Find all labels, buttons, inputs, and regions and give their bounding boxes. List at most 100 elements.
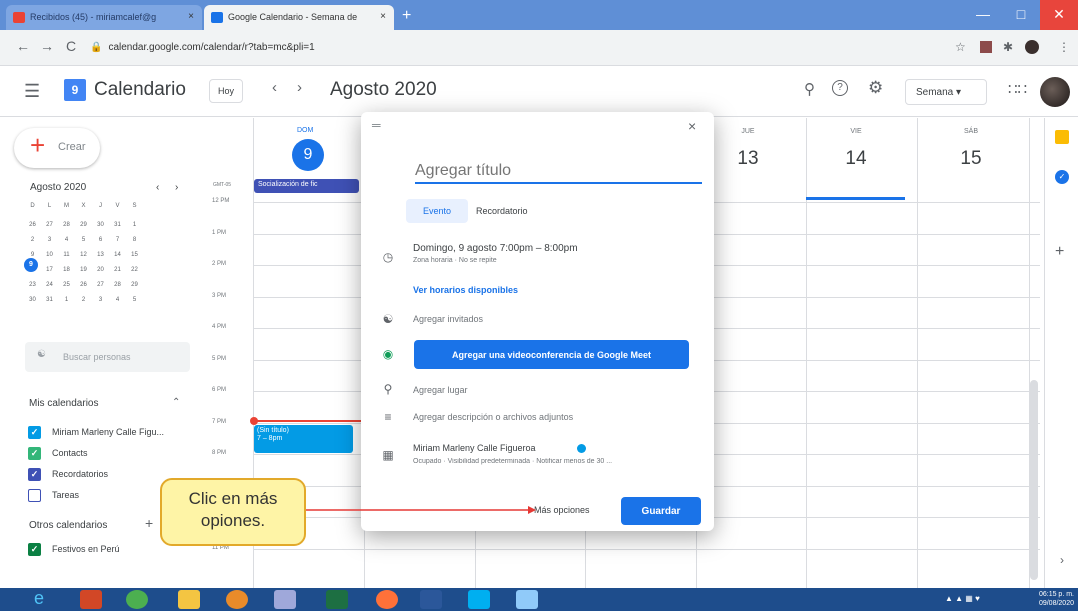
- excel-icon[interactable]: [326, 590, 348, 609]
- tab-event[interactable]: Evento: [406, 199, 468, 223]
- mini-day[interactable]: 20: [92, 265, 109, 276]
- mini-day[interactable]: 30: [92, 220, 109, 231]
- mini-day[interactable]: 31: [41, 295, 58, 306]
- minimize-button[interactable]: —: [964, 0, 1002, 30]
- mini-day[interactable]: 18: [58, 265, 75, 276]
- firefox-icon[interactable]: [376, 590, 398, 609]
- calendar-label[interactable]: Festivos en Perú: [52, 544, 120, 554]
- taskbar-clock[interactable]: 06:15 p. m. 09/08/2020: [1014, 590, 1074, 608]
- extension-icon[interactable]: [980, 41, 992, 53]
- mini-day[interactable]: 11: [58, 250, 75, 261]
- mini-day[interactable]: 13: [92, 250, 109, 261]
- calendar-checkbox[interactable]: ✓: [28, 426, 41, 439]
- timezone-note[interactable]: Zona horaria · No se repite: [413, 257, 497, 264]
- tab-calendar[interactable]: Google Calendario - Semana de ×: [204, 5, 394, 30]
- powerpoint-icon[interactable]: [80, 590, 102, 609]
- mini-day[interactable]: 23: [24, 280, 41, 291]
- maximize-button[interactable]: □: [1002, 0, 1040, 30]
- tab-reminder[interactable]: Recordatorio: [476, 199, 556, 223]
- other-calendars-heading[interactable]: Otros calendarios: [29, 520, 107, 531]
- mini-day[interactable]: 29: [126, 280, 143, 291]
- help-icon[interactable]: ?: [832, 80, 848, 96]
- main-menu-icon[interactable]: ☰: [24, 81, 40, 102]
- mini-day[interactable]: 27: [92, 280, 109, 291]
- explorer-window-icon[interactable]: [516, 590, 538, 609]
- save-button[interactable]: Guardar: [621, 497, 701, 525]
- availability-link[interactable]: Ver horarios disponibles: [413, 285, 518, 295]
- next-period-button[interactable]: ›: [297, 79, 302, 96]
- mini-day[interactable]: 25: [58, 280, 75, 291]
- mini-day[interactable]: 2: [75, 295, 92, 306]
- mini-day[interactable]: 29: [75, 220, 92, 231]
- mini-day[interactable]: 27: [41, 220, 58, 231]
- search-people-input[interactable]: Buscar personas: [25, 342, 190, 372]
- mini-day[interactable]: 14: [109, 250, 126, 261]
- mini-prev-button[interactable]: ‹: [156, 182, 159, 193]
- day-number-fri[interactable]: 14: [836, 148, 876, 170]
- chevron-right-icon[interactable]: ›: [1060, 553, 1064, 567]
- mini-day[interactable]: 30: [24, 295, 41, 306]
- more-options-button[interactable]: Más opciones: [534, 505, 590, 515]
- calendar-checkbox[interactable]: ✓: [28, 468, 41, 481]
- create-button[interactable]: Crear: [14, 128, 100, 168]
- mini-day[interactable]: 4: [58, 235, 75, 246]
- word-icon[interactable]: [420, 590, 442, 609]
- system-tray-icons[interactable]: ▲ ▲ ▦ ♥: [945, 594, 980, 603]
- mini-day[interactable]: 2: [24, 235, 41, 246]
- back-button[interactable]: ←: [16, 38, 30, 54]
- add-ons-plus-icon[interactable]: +: [1055, 243, 1064, 261]
- mini-day[interactable]: 19: [75, 265, 92, 276]
- tab-close-icon[interactable]: ×: [380, 11, 386, 22]
- calendar-label[interactable]: Recordatorios: [52, 469, 108, 479]
- day-number-today[interactable]: 9: [292, 139, 324, 171]
- hand-app-icon[interactable]: [226, 590, 248, 609]
- notepad-icon[interactable]: [274, 590, 296, 609]
- my-calendars-heading[interactable]: Mis calendarios: [29, 398, 98, 409]
- day-number-sat[interactable]: 15: [951, 148, 991, 170]
- add-guests-field[interactable]: Agregar invitados: [413, 314, 483, 324]
- profile-avatar[interactable]: [1025, 40, 1039, 54]
- gear-icon[interactable]: ⚙: [868, 78, 883, 98]
- add-description-field[interactable]: Agregar descripción o archivos adjuntos: [413, 412, 573, 422]
- calendar-label[interactable]: Miriam Marleny Calle Figu...: [52, 427, 164, 437]
- calendar-label[interactable]: Tareas: [52, 490, 79, 500]
- mini-day[interactable]: 26: [75, 280, 92, 291]
- window-close-button[interactable]: ✕: [1040, 0, 1078, 30]
- search-icon[interactable]: ⚲: [804, 80, 815, 98]
- mini-day[interactable]: 1: [126, 220, 143, 231]
- event-title-input[interactable]: [415, 160, 702, 184]
- mini-day[interactable]: 3: [92, 295, 109, 306]
- add-location-field[interactable]: Agregar lugar: [413, 385, 468, 395]
- url-field[interactable]: 🔒 calendar.google.com/calendar/r?tab=mc&p…: [90, 36, 930, 60]
- mini-day[interactable]: 21: [109, 265, 126, 276]
- mini-day[interactable]: 5: [126, 295, 143, 306]
- grid-scrollbar[interactable]: [1030, 380, 1038, 580]
- mini-day[interactable]: 28: [109, 280, 126, 291]
- mini-day[interactable]: 7: [109, 235, 126, 246]
- day-number-thu[interactable]: 13: [728, 148, 768, 170]
- mini-day[interactable]: 8: [126, 235, 143, 246]
- add-calendar-button[interactable]: +: [145, 515, 153, 531]
- allday-event[interactable]: Socialización de fic: [254, 179, 359, 193]
- view-selector[interactable]: Semana ▾: [905, 79, 987, 105]
- mini-day[interactable]: 6: [92, 235, 109, 246]
- mini-day[interactable]: 28: [58, 220, 75, 231]
- mini-day[interactable]: 5: [75, 235, 92, 246]
- mini-day[interactable]: 10: [41, 250, 58, 261]
- apps-grid-icon[interactable]: ∷∷: [1008, 80, 1027, 98]
- mini-day[interactable]: 24: [41, 280, 58, 291]
- reload-button[interactable]: C: [66, 38, 76, 54]
- avatar[interactable]: [1040, 77, 1070, 107]
- forward-button[interactable]: →: [40, 38, 54, 54]
- ie-icon[interactable]: e: [34, 588, 56, 608]
- prev-period-button[interactable]: ‹: [272, 79, 277, 96]
- browser-menu-icon[interactable]: ⋮: [1058, 40, 1070, 54]
- chrome-icon[interactable]: [126, 590, 148, 609]
- owner-details[interactable]: Ocupado · Visibilidad predeterminada · N…: [413, 458, 708, 465]
- mini-day[interactable]: 4: [109, 295, 126, 306]
- mini-day[interactable]: 17: [41, 265, 58, 276]
- puzzle-icon[interactable]: ✱: [1003, 40, 1013, 54]
- owner-name[interactable]: Miriam Marleny Calle Figueroa: [413, 443, 536, 453]
- mini-day[interactable]: 26: [24, 220, 41, 231]
- folder-icon[interactable]: [178, 590, 200, 609]
